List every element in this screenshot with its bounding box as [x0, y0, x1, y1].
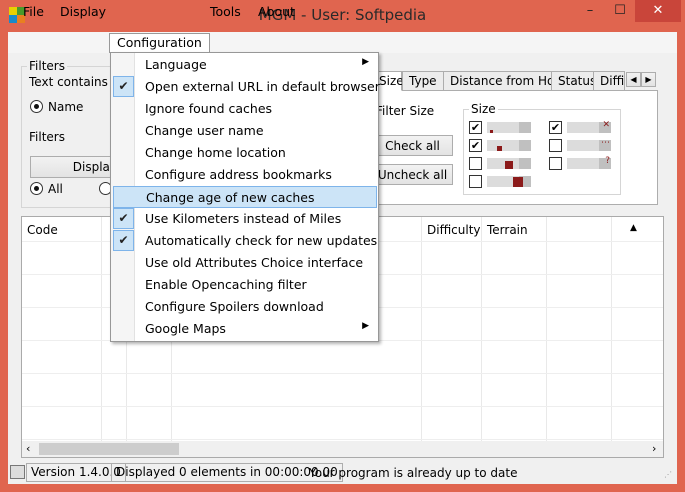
- menu-item[interactable]: Google Maps ▶: [113, 318, 377, 340]
- tab-scroll-left-icon[interactable]: ◀: [626, 72, 641, 87]
- size-icon: [487, 140, 531, 151]
- grid-column: [22, 217, 102, 441]
- close-button[interactable]: ✕: [635, 0, 681, 22]
- display-button[interactable]: Display: [30, 156, 120, 178]
- menu-item-label: Configure Spoilers download: [145, 299, 324, 314]
- size-icon: [487, 158, 531, 169]
- network-icon: [10, 465, 25, 479]
- size-icon: ⋯: [567, 138, 611, 151]
- menu-item[interactable]: Change user name: [113, 120, 377, 142]
- size-icon: ?: [567, 156, 611, 169]
- filters-group-label: Filters: [27, 59, 67, 73]
- row-divider: [22, 406, 663, 407]
- row-divider: [22, 439, 663, 440]
- menu-item[interactable]: ✔ Use Kilometers instead of Miles: [113, 208, 377, 230]
- menu-item-label: Ignore found caches: [145, 101, 273, 116]
- menu-item[interactable]: ✔ Open external URL in default browser: [113, 76, 380, 98]
- menu-item[interactable]: Change age of new caches: [113, 186, 377, 208]
- menu-item[interactable]: Ignore found caches: [113, 98, 377, 120]
- column-header[interactable]: Code: [27, 223, 58, 237]
- menu-item-label: Automatically check for new updates: [145, 233, 378, 248]
- scroll-right-icon[interactable]: ›: [652, 442, 656, 455]
- menu-item-label: Change home location: [145, 145, 286, 160]
- menu-item-label: Configure address bookmarks: [145, 167, 332, 182]
- text-contains-label: Text contains: [29, 75, 108, 89]
- size-checkbox[interactable]: [469, 157, 482, 170]
- menu-item-label: Google Maps: [145, 321, 226, 336]
- menu-item-label: Open external URL in default browser: [145, 79, 380, 94]
- menu-item-label: Change user name: [145, 123, 264, 138]
- size-group-label: Size: [469, 102, 498, 116]
- menu-item-label: Use Kilometers instead of Miles: [145, 211, 342, 226]
- scroll-left-icon[interactable]: ‹: [26, 442, 30, 455]
- size-icon: [487, 122, 531, 133]
- tab-scroll-right-icon[interactable]: ▶: [641, 72, 656, 87]
- column-header[interactable]: ▲: [630, 223, 637, 233]
- column-header[interactable]: Difficulty: [427, 223, 481, 237]
- minimize-button[interactable]: –: [575, 0, 605, 22]
- menu-display[interactable]: Display: [53, 3, 113, 21]
- size-checkbox[interactable]: [549, 139, 562, 152]
- update-status: Your program is already up to date: [309, 466, 518, 480]
- grid-column: [547, 217, 612, 441]
- name-radio-label: Name: [48, 100, 84, 114]
- grid-column: [422, 217, 482, 441]
- menu-item[interactable]: Use old Attributes Choice interface: [113, 252, 377, 274]
- submenu-arrow-icon: ▶: [362, 57, 369, 67]
- submenu-arrow-icon: ▶: [362, 321, 369, 331]
- filters-label: Filters: [29, 130, 65, 144]
- uncheck-all-button[interactable]: Uncheck all: [372, 164, 453, 185]
- check-all-button[interactable]: Check all: [372, 135, 453, 156]
- name-radio[interactable]: [30, 100, 43, 113]
- size-checkbox[interactable]: [469, 175, 482, 188]
- check-icon: ✔: [113, 230, 134, 251]
- menu-item-label: Language: [145, 57, 207, 72]
- scrollbar-thumb[interactable]: [39, 443, 179, 455]
- check-icon: ✔: [113, 208, 134, 229]
- menu-item[interactable]: Change home location: [113, 142, 377, 164]
- menu-tools[interactable]: Tools: [203, 3, 248, 21]
- check-icon: ✔: [113, 76, 134, 97]
- menu-item-label: Enable Opencaching filter: [145, 277, 307, 292]
- tab-difficulty[interactable]: Difficu: [593, 71, 625, 91]
- menu-item-label: Change age of new caches: [146, 190, 315, 205]
- horizontal-scrollbar[interactable]: ‹ ›: [22, 441, 663, 457]
- menu-item[interactable]: Configure address bookmarks: [113, 164, 377, 186]
- menu-item[interactable]: Enable Opencaching filter: [113, 274, 377, 296]
- column-header[interactable]: Terrain: [487, 223, 528, 237]
- row-divider: [22, 373, 663, 374]
- menu-item[interactable]: ✔ Automatically check for new updates: [113, 230, 377, 252]
- menu-item[interactable]: Configure Spoilers download: [113, 296, 377, 318]
- filter-size-label: Filter Size: [376, 104, 435, 118]
- configuration-menu: Language ▶ ✔ Open external URL in default b…: [110, 52, 380, 342]
- menu-item[interactable]: Language ▶: [113, 54, 377, 76]
- tab-type[interactable]: Type: [402, 71, 444, 91]
- size-checkbox[interactable]: ✔: [469, 121, 482, 134]
- menu-file[interactable]: File: [16, 3, 51, 21]
- menu-about[interactable]: About: [251, 3, 302, 21]
- size-icon: [487, 176, 531, 187]
- menu-item-label: Use old Attributes Choice interface: [145, 255, 364, 270]
- grid-column: [482, 217, 547, 441]
- size-checkbox[interactable]: ✔: [549, 121, 562, 134]
- size-icon: ✕: [567, 120, 611, 133]
- menu-configuration[interactable]: Configuration: [109, 33, 210, 53]
- size-checkbox[interactable]: [549, 157, 562, 170]
- all-radio-label: All: [48, 182, 63, 196]
- displayed-status: Displayed 0 elements in 00:00:00.00: [111, 463, 343, 482]
- all-radio[interactable]: [30, 182, 43, 195]
- size-checkbox[interactable]: ✔: [469, 139, 482, 152]
- maximize-button[interactable]: ☐: [605, 0, 635, 22]
- resize-grip-icon[interactable]: ⋰: [664, 470, 672, 479]
